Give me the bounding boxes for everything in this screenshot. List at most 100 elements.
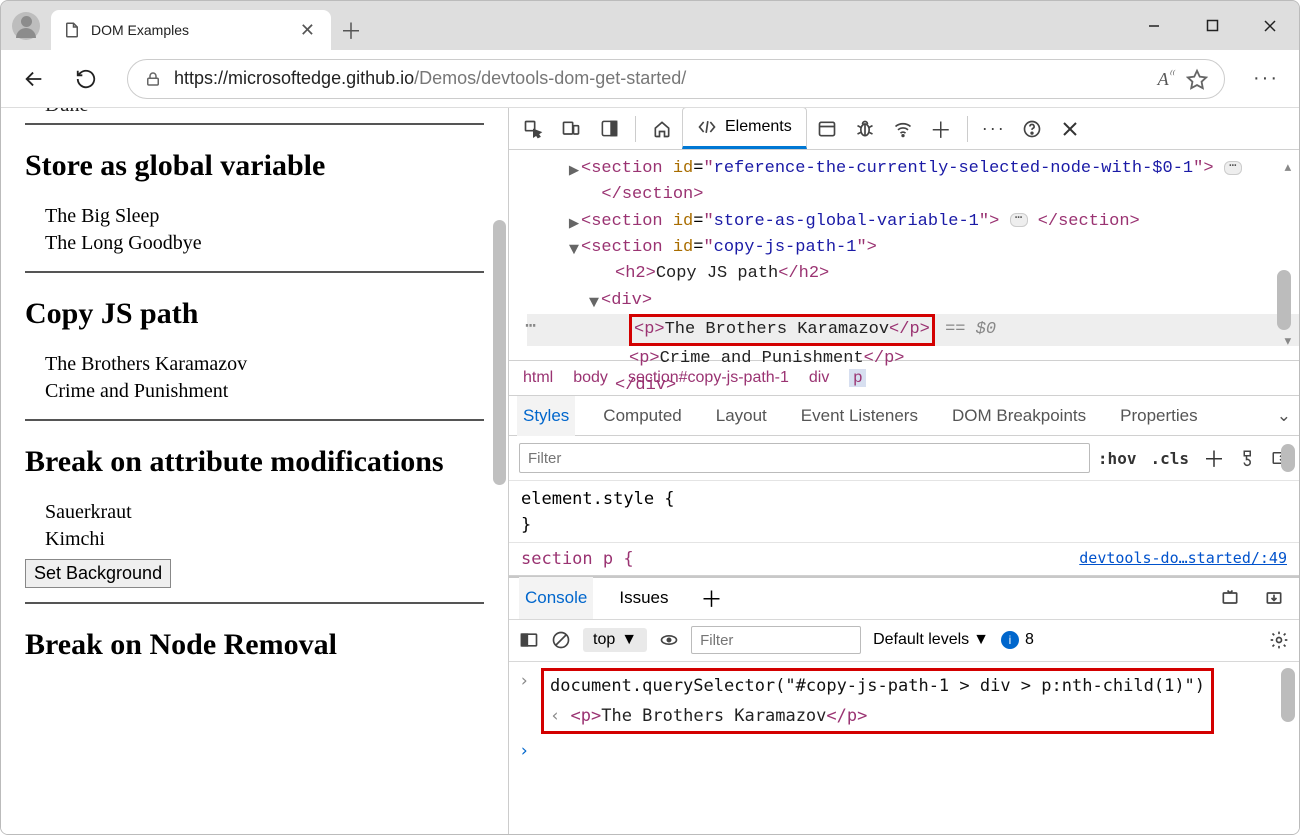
page-icon <box>63 21 81 39</box>
close-button[interactable] <box>1241 1 1299 50</box>
tab-dom-breakpoints[interactable]: DOM Breakpoints <box>946 396 1092 436</box>
read-aloud-icon[interactable]: A⁽⁽ <box>1158 68 1174 90</box>
console-body[interactable]: › document.querySelector("#copy-js-path-… <box>509 662 1299 835</box>
log-levels-selector[interactable]: Default levels ▼ <box>873 631 989 649</box>
heading-store: Store as global variable <box>25 149 484 183</box>
prompt-chevron-icon: › <box>519 738 533 764</box>
tab-event-listeners[interactable]: Event Listeners <box>795 396 924 436</box>
address-bar[interactable]: https://microsoftedge.github.io/Demos/de… <box>127 59 1225 99</box>
list-item: The Brothers Karamazov <box>45 351 484 378</box>
elements-tab[interactable]: Elements <box>682 108 807 149</box>
page-scroll-track <box>493 112 506 830</box>
bug-icon[interactable] <box>847 111 883 147</box>
selected-node[interactable]: <p>The Brothers Karamazov</p> <box>629 314 935 346</box>
clear-console-icon[interactable] <box>551 630 571 650</box>
devtools-close-icon[interactable] <box>1052 111 1088 147</box>
new-tab-button[interactable]: ＋ <box>331 10 371 50</box>
browser-tab[interactable]: DOM Examples ✕ <box>51 10 331 50</box>
expand-icon[interactable] <box>1215 583 1245 613</box>
refresh-button[interactable] <box>65 58 107 100</box>
tab-console[interactable]: Console <box>519 577 593 619</box>
tab-issues[interactable]: Issues <box>613 577 674 619</box>
console-tabs: Console Issues ＋ <box>509 578 1299 620</box>
styles-scrollbar[interactable] <box>1281 444 1295 472</box>
rule-element-style: element.style { <box>521 487 1287 513</box>
elements-tab-label: Elements <box>725 118 792 136</box>
rule-source-link[interactable]: devtools-do…started/:49 <box>1079 547 1287 570</box>
context-selector[interactable]: top ▼ <box>583 628 647 652</box>
chevron-down-icon[interactable]: ⌄ <box>1277 406 1291 426</box>
row-actions-icon[interactable]: ⋯ <box>521 314 541 342</box>
console-add-tab[interactable]: ＋ <box>695 577 729 619</box>
styles-filter-row: :hov .cls ＋ <box>509 436 1299 481</box>
console-input-line: document.querySelector("#copy-js-path-1 … <box>550 676 1205 696</box>
console-filter-input[interactable] <box>691 626 861 654</box>
browser-titlebar: DOM Examples ✕ ＋ <box>1 1 1299 50</box>
more-tools-icon[interactable]: ＋ <box>923 111 959 147</box>
dom-tree[interactable]: ▶<section id="reference-the-currently-se… <box>509 150 1299 360</box>
back-button[interactable] <box>13 58 55 100</box>
hov-toggle[interactable]: :hov <box>1098 449 1137 468</box>
styles-panel: Styles Computed Layout Event Listeners D… <box>509 396 1299 576</box>
page-scrollbar[interactable] <box>493 220 506 485</box>
welcome-icon[interactable] <box>644 111 680 147</box>
new-rule-icon[interactable]: ＋ <box>1203 442 1225 474</box>
download-icon[interactable] <box>1259 583 1289 613</box>
list-item: Kimchi <box>45 526 484 553</box>
console-input-highlight: document.querySelector("#copy-js-path-1 … <box>541 668 1214 735</box>
page-viewport: Dune Store as global variable The Big Sl… <box>1 108 508 834</box>
code-icon <box>697 117 717 137</box>
tab-title: DOM Examples <box>91 22 286 38</box>
app-icon[interactable] <box>809 111 845 147</box>
divider <box>25 419 484 421</box>
minimize-button[interactable] <box>1125 1 1183 50</box>
inspect-icon[interactable] <box>515 111 551 147</box>
rule-close: } <box>521 513 1287 539</box>
list-item: Sauerkraut <box>45 499 484 526</box>
dom-scrollbar[interactable] <box>1277 270 1291 330</box>
help-icon[interactable] <box>1014 111 1050 147</box>
devtools-toolbar: Elements ＋ ··· <box>509 108 1299 150</box>
site-lock-icon[interactable] <box>144 70 162 88</box>
maximize-button[interactable] <box>1183 1 1241 50</box>
device-icon[interactable] <box>553 111 589 147</box>
styles-tabs: Styles Computed Layout Event Listeners D… <box>509 396 1299 436</box>
console-settings-icon[interactable] <box>1269 630 1289 650</box>
brush-icon[interactable] <box>1239 449 1257 467</box>
styles-rules[interactable]: element.style { } devtools-do…started/:4… <box>509 481 1299 575</box>
profile-button[interactable] <box>1 12 51 40</box>
settings-menu-button[interactable]: ··· <box>1245 58 1287 100</box>
live-expression-icon[interactable] <box>659 630 679 650</box>
console-toolbar: top ▼ Default levels ▼ i8 <box>509 620 1299 662</box>
list-item: The Big Sleep <box>45 203 484 230</box>
list-item: Dune <box>45 108 484 117</box>
divider <box>25 271 484 273</box>
tab-computed[interactable]: Computed <box>597 396 687 436</box>
divider <box>25 602 484 604</box>
divider <box>25 123 484 125</box>
heading-break-attr: Break on attribute modifications <box>25 445 484 479</box>
tab-layout[interactable]: Layout <box>710 396 773 436</box>
favorite-icon[interactable] <box>1186 68 1208 90</box>
console-scrollbar[interactable] <box>1281 668 1295 722</box>
tab-close-icon[interactable]: ✕ <box>296 20 319 41</box>
network-icon[interactable] <box>885 111 921 147</box>
list-item: The Long Goodbye <box>45 230 484 257</box>
console-drawer: Console Issues ＋ top ▼ Default levels ▼ <box>509 576 1299 835</box>
tab-properties[interactable]: Properties <box>1114 396 1203 436</box>
tab-styles[interactable]: Styles <box>517 396 575 436</box>
window-controls <box>1125 1 1299 50</box>
dock-icon[interactable] <box>591 111 627 147</box>
avatar-icon <box>12 12 40 40</box>
devtools-panel: Elements ＋ ··· ▶<section id="reference-t… <box>508 108 1299 834</box>
styles-filter-input[interactable] <box>519 443 1090 473</box>
set-background-button[interactable]: Set Background <box>25 559 171 588</box>
list-item: Crime and Punishment <box>45 378 484 405</box>
more-icon[interactable]: ··· <box>976 111 1012 147</box>
heading-copy: Copy JS path <box>25 297 484 331</box>
rule-selector: section p { <box>521 549 634 569</box>
cls-toggle[interactable]: .cls <box>1150 449 1189 468</box>
issues-badge[interactable]: i8 <box>1001 631 1034 649</box>
sidebar-toggle-icon[interactable] <box>519 630 539 650</box>
info-dot-icon: i <box>1001 631 1019 649</box>
